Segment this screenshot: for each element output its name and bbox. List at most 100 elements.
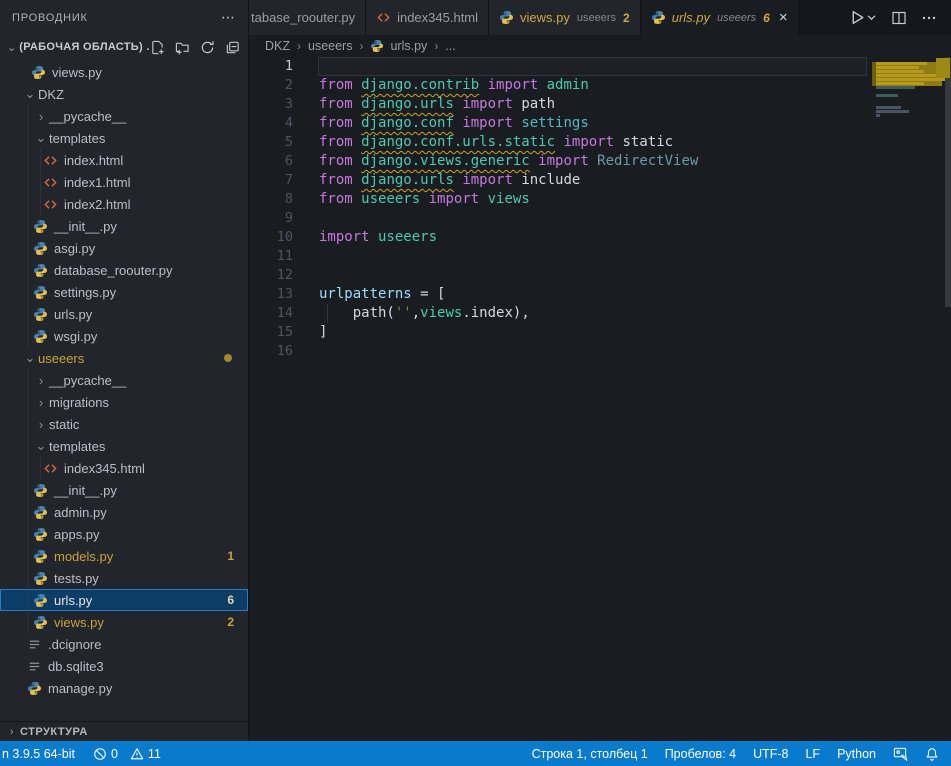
- tree-item-asgi-py[interactable]: asgi.py: [0, 237, 248, 259]
- chevron-down-icon: ⌄: [22, 350, 38, 366]
- code-line-6: 6from django.views.generic import Redire…: [249, 152, 951, 171]
- tab-description: useeers: [717, 12, 756, 24]
- tab-tabase-roouter-py[interactable]: tabase_roouter.py: [249, 0, 366, 35]
- tree-item--init-py[interactable]: __init__.py: [0, 479, 248, 501]
- indent-guide: [28, 303, 29, 325]
- eol-item[interactable]: LF: [805, 747, 820, 761]
- new-folder-button[interactable]: [175, 40, 190, 55]
- code-token: path: [513, 96, 555, 112]
- notifications-button[interactable]: [925, 747, 939, 761]
- minimap-line: [876, 66, 919, 69]
- python-icon: [32, 526, 48, 542]
- refresh-button[interactable]: [200, 40, 215, 55]
- workspace-section-header[interactable]: ⌄ (РАБОЧАЯ ОБЛАСТЬ) ...: [0, 35, 248, 59]
- code-token: django.contrib: [361, 77, 479, 93]
- tree-item-tests-py[interactable]: tests.py: [0, 567, 248, 589]
- python-icon: [32, 218, 48, 234]
- tree-item-label: templates: [49, 439, 105, 454]
- tree-item--init-py[interactable]: __init__.py: [0, 215, 248, 237]
- minimap-line: [876, 70, 924, 73]
- tree-item-static[interactable]: ›static: [0, 413, 248, 435]
- close-icon[interactable]: ×: [779, 10, 788, 25]
- error-count: 0: [111, 747, 118, 761]
- tree-item-manage-py[interactable]: manage.py: [0, 677, 248, 699]
- indent-guide: [28, 589, 29, 611]
- collapse-all-button[interactable]: [225, 40, 240, 55]
- tree-item-migrations[interactable]: ›migrations: [0, 391, 248, 413]
- code-line-14: 14 path('',views.index),: [249, 304, 951, 323]
- tree-item-index1-html[interactable]: index1.html: [0, 171, 248, 193]
- code-token: import: [563, 134, 614, 150]
- tree-item-urls-py[interactable]: urls.py6: [0, 589, 248, 611]
- tree-item-label: templates: [49, 131, 105, 146]
- scrollbar[interactable]: [945, 57, 951, 307]
- tree-item-DKZ[interactable]: ⌄DKZ: [0, 83, 248, 105]
- minimap[interactable]: [872, 57, 945, 187]
- minimap-line: [876, 78, 946, 81]
- tree-item-label: wsgi.py: [54, 329, 97, 344]
- breadcrumb-item[interactable]: useeers: [308, 39, 352, 53]
- breadcrumb-item[interactable]: ...: [445, 39, 455, 53]
- tree-item-label: manage.py: [48, 681, 112, 696]
- html-icon: [42, 196, 58, 212]
- breadcrumb-item[interactable]: urls.py: [390, 39, 427, 53]
- tab-urls-py[interactable]: urls.pyuseeers6×: [641, 0, 799, 35]
- tree-item-urls-py[interactable]: urls.py: [0, 303, 248, 325]
- tree-item-label: .dcignore: [48, 637, 101, 652]
- language-mode-item[interactable]: Python: [837, 747, 876, 761]
- outline-section-header[interactable]: › СТРУКТУРА: [0, 721, 248, 741]
- line-number: 6: [249, 152, 293, 171]
- tree-item--dcignore[interactable]: .dcignore: [0, 633, 248, 655]
- tree-item-db-sqlite3[interactable]: db.sqlite3: [0, 655, 248, 677]
- indent-guide: [28, 545, 29, 567]
- tree-item-wsgi-py[interactable]: wsgi.py: [0, 325, 248, 347]
- cursor-position-item[interactable]: Строка 1, столбец 1: [532, 747, 648, 761]
- more-actions-button[interactable]: [921, 10, 937, 26]
- tab-views-py[interactable]: views.pyuseeers2: [489, 0, 641, 35]
- indentation-item[interactable]: Пробелов: 4: [665, 747, 736, 761]
- encoding-item[interactable]: UTF-8: [753, 747, 788, 761]
- tree-item-database-roouter-py[interactable]: database_roouter.py: [0, 259, 248, 281]
- tree-item-models-py[interactable]: models.py1: [0, 545, 248, 567]
- explorer-header: ПРОВОДНИК ⋯: [0, 0, 248, 35]
- new-file-button[interactable]: [150, 40, 165, 55]
- tree-item-views-py[interactable]: views.py: [0, 61, 248, 83]
- split-editor-button[interactable]: [891, 10, 907, 26]
- run-button[interactable]: [849, 9, 877, 26]
- feedback-button[interactable]: [893, 746, 908, 761]
- tree-item-label: __pycache__: [49, 109, 126, 124]
- tree-item--pycache-[interactable]: ›__pycache__: [0, 369, 248, 391]
- tree-item-admin-py[interactable]: admin.py: [0, 501, 248, 523]
- tree-item-index2-html[interactable]: index2.html: [0, 193, 248, 215]
- tree-item-useeers[interactable]: ⌄useeers: [0, 347, 248, 369]
- python-icon: [26, 680, 42, 696]
- tree-item-label: static: [49, 417, 79, 432]
- line-number: 12: [249, 266, 293, 285]
- explorer-more-button[interactable]: ⋯: [221, 9, 236, 26]
- line-number: 8: [249, 190, 293, 209]
- tab-label: tabase_roouter.py: [251, 10, 355, 25]
- chevron-right-icon: ›: [33, 109, 49, 124]
- tree-item-settings-py[interactable]: settings.py: [0, 281, 248, 303]
- tree-item--pycache-[interactable]: ›__pycache__: [0, 105, 248, 127]
- code-line-7: 7from django.urls import include: [249, 171, 951, 190]
- problems-item[interactable]: 011: [93, 747, 161, 761]
- tree-item-templates[interactable]: ⌄templates: [0, 435, 248, 457]
- code-editor[interactable]: 12from django.contrib import admin3from …: [249, 57, 951, 741]
- tree-item-apps-py[interactable]: apps.py: [0, 523, 248, 545]
- code-token: [530, 153, 538, 169]
- indent-guide: [28, 149, 29, 171]
- tree-item-views-py[interactable]: views.py2: [0, 611, 248, 633]
- minimap-line: [876, 114, 880, 117]
- tree-item-index345-html[interactable]: index345.html: [0, 457, 248, 479]
- breadcrumb-item[interactable]: DKZ: [265, 39, 290, 53]
- code-token: useeers: [370, 229, 437, 245]
- line-number: 7: [249, 171, 293, 190]
- modified-dot: [224, 354, 232, 362]
- python-version-item[interactable]: n 3.9.5 64-bit: [2, 747, 75, 761]
- html-icon: [42, 174, 58, 190]
- indent-guide: [28, 611, 29, 633]
- tab-index345-html[interactable]: index345.html: [366, 0, 489, 35]
- tree-item-index-html[interactable]: index.html: [0, 149, 248, 171]
- tree-item-templates[interactable]: ⌄templates: [0, 127, 248, 149]
